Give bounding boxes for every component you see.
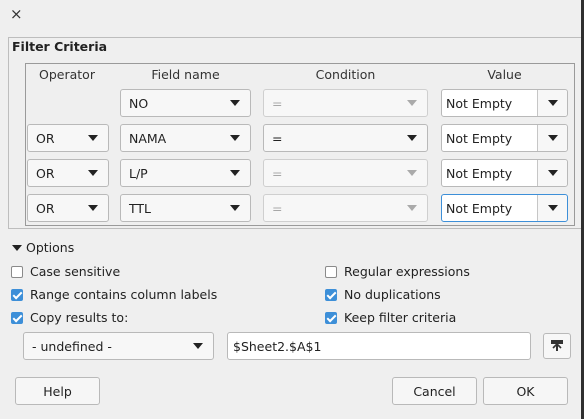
value-dropdown-button-4[interactable] (537, 195, 567, 221)
filter-criteria-title: Filter Criteria (12, 39, 108, 54)
header-condition: Condition (315, 67, 376, 82)
chevron-down-icon (88, 135, 98, 141)
regular-expressions-label: Regular expressions (344, 264, 470, 279)
chevron-down-icon (230, 170, 240, 176)
checkbox-icon (11, 265, 23, 278)
chevron-down-icon (407, 100, 417, 106)
chevron-down-icon (407, 170, 417, 176)
range-contains-labels-label: Range contains column labels (30, 287, 218, 302)
chevron-down-icon (88, 170, 98, 176)
chevron-down-icon (547, 100, 558, 106)
operator-select-3[interactable]: OR (27, 159, 109, 187)
checkbox-checked-icon (11, 288, 23, 301)
keep-filter-criteria-checkbox[interactable]: Keep filter criteria (325, 310, 456, 325)
condition-select-4: = (263, 194, 428, 222)
operator-select-4[interactable]: OR (27, 194, 109, 222)
ok-button-label: OK (516, 383, 535, 399)
value-text-4[interactable]: Not Empty (442, 195, 537, 221)
cancel-button-label: Cancel (413, 383, 456, 399)
no-duplications-checkbox[interactable]: No duplications (325, 287, 441, 302)
checkbox-checked-icon (325, 288, 337, 301)
chevron-down-icon (230, 135, 240, 141)
field-name-select-1[interactable]: NO (120, 89, 251, 117)
shrink-button[interactable] (543, 333, 571, 359)
copy-target-select-value: - undefined - (32, 338, 112, 354)
cancel-button[interactable]: Cancel (392, 377, 477, 405)
condition-value-3: = (272, 165, 283, 181)
header-operator: Operator (39, 67, 95, 82)
field-name-select-4[interactable]: TTL (120, 194, 251, 222)
operator-select-2[interactable]: OR (27, 124, 109, 152)
field-name-value-4: TTL (129, 200, 152, 216)
copy-target-input-value: $Sheet2.$A$1 (233, 338, 322, 354)
value-dropdown-button-3[interactable] (537, 160, 567, 186)
options-expander[interactable]: Options (12, 240, 74, 255)
value-combo-3[interactable]: Not Empty (441, 159, 568, 187)
chevron-down-icon (230, 205, 240, 211)
copy-results-to-checkbox[interactable]: Copy results to: (11, 310, 128, 325)
range-contains-labels-checkbox[interactable]: Range contains column labels (11, 287, 217, 302)
condition-select-3: = (263, 159, 428, 187)
field-name-value-3: L/P (129, 165, 148, 181)
shrink-icon (551, 340, 563, 351)
copy-target-select[interactable]: - undefined - (23, 332, 214, 360)
value-combo-4[interactable]: Not Empty (441, 194, 568, 222)
value-combo-1[interactable]: Not Empty (441, 89, 568, 117)
chevron-down-icon (407, 205, 417, 211)
value-combo-2[interactable]: Not Empty (441, 124, 568, 152)
chevron-down-icon (547, 205, 558, 211)
header-value: Value (487, 67, 522, 82)
condition-select-2[interactable]: = (263, 124, 428, 152)
copy-target-input[interactable]: $Sheet2.$A$1 (227, 332, 531, 360)
field-name-value-1: NO (129, 95, 149, 111)
chevron-down-icon (547, 135, 558, 141)
value-text-3[interactable]: Not Empty (442, 160, 537, 186)
operator-value-3: OR (36, 165, 55, 181)
condition-value-2: = (272, 130, 283, 146)
condition-select-1: = (263, 89, 428, 117)
copy-results-to-label: Copy results to: (30, 310, 129, 325)
checkbox-checked-icon (325, 311, 337, 324)
chevron-down-icon (407, 135, 417, 141)
options-label: Options (26, 240, 75, 255)
field-name-value-2: NAMA (129, 130, 167, 146)
value-text-1[interactable]: Not Empty (442, 90, 537, 116)
checkbox-icon (325, 265, 337, 278)
operator-value-2: OR (36, 130, 55, 146)
field-name-select-2[interactable]: NAMA (120, 124, 251, 152)
case-sensitive-label: Case sensitive (30, 264, 121, 279)
field-name-select-3[interactable]: L/P (120, 159, 251, 187)
value-dropdown-button-2[interactable] (537, 125, 567, 151)
value-dropdown-button-1[interactable] (537, 90, 567, 116)
close-icon[interactable]: × (10, 5, 23, 23)
case-sensitive-checkbox[interactable]: Case sensitive (11, 264, 120, 279)
chevron-down-icon (193, 343, 203, 349)
condition-value-4: = (272, 200, 283, 216)
operator-value-4: OR (36, 200, 55, 216)
ok-button[interactable]: OK (483, 377, 568, 405)
value-text-2[interactable]: Not Empty (442, 125, 537, 151)
regular-expressions-checkbox[interactable]: Regular expressions (325, 264, 470, 279)
keep-filter-criteria-label: Keep filter criteria (344, 310, 457, 325)
header-field-name: Field name (151, 67, 220, 82)
help-button-label: Help (43, 383, 72, 399)
chevron-down-icon (230, 100, 240, 106)
help-button[interactable]: Help (15, 377, 100, 405)
condition-value-1: = (272, 95, 283, 111)
no-duplications-label: No duplications (344, 287, 441, 302)
chevron-down-icon (88, 205, 98, 211)
chevron-down-icon (547, 170, 558, 176)
checkbox-checked-icon (11, 311, 23, 324)
expander-arrow-icon (12, 244, 22, 251)
